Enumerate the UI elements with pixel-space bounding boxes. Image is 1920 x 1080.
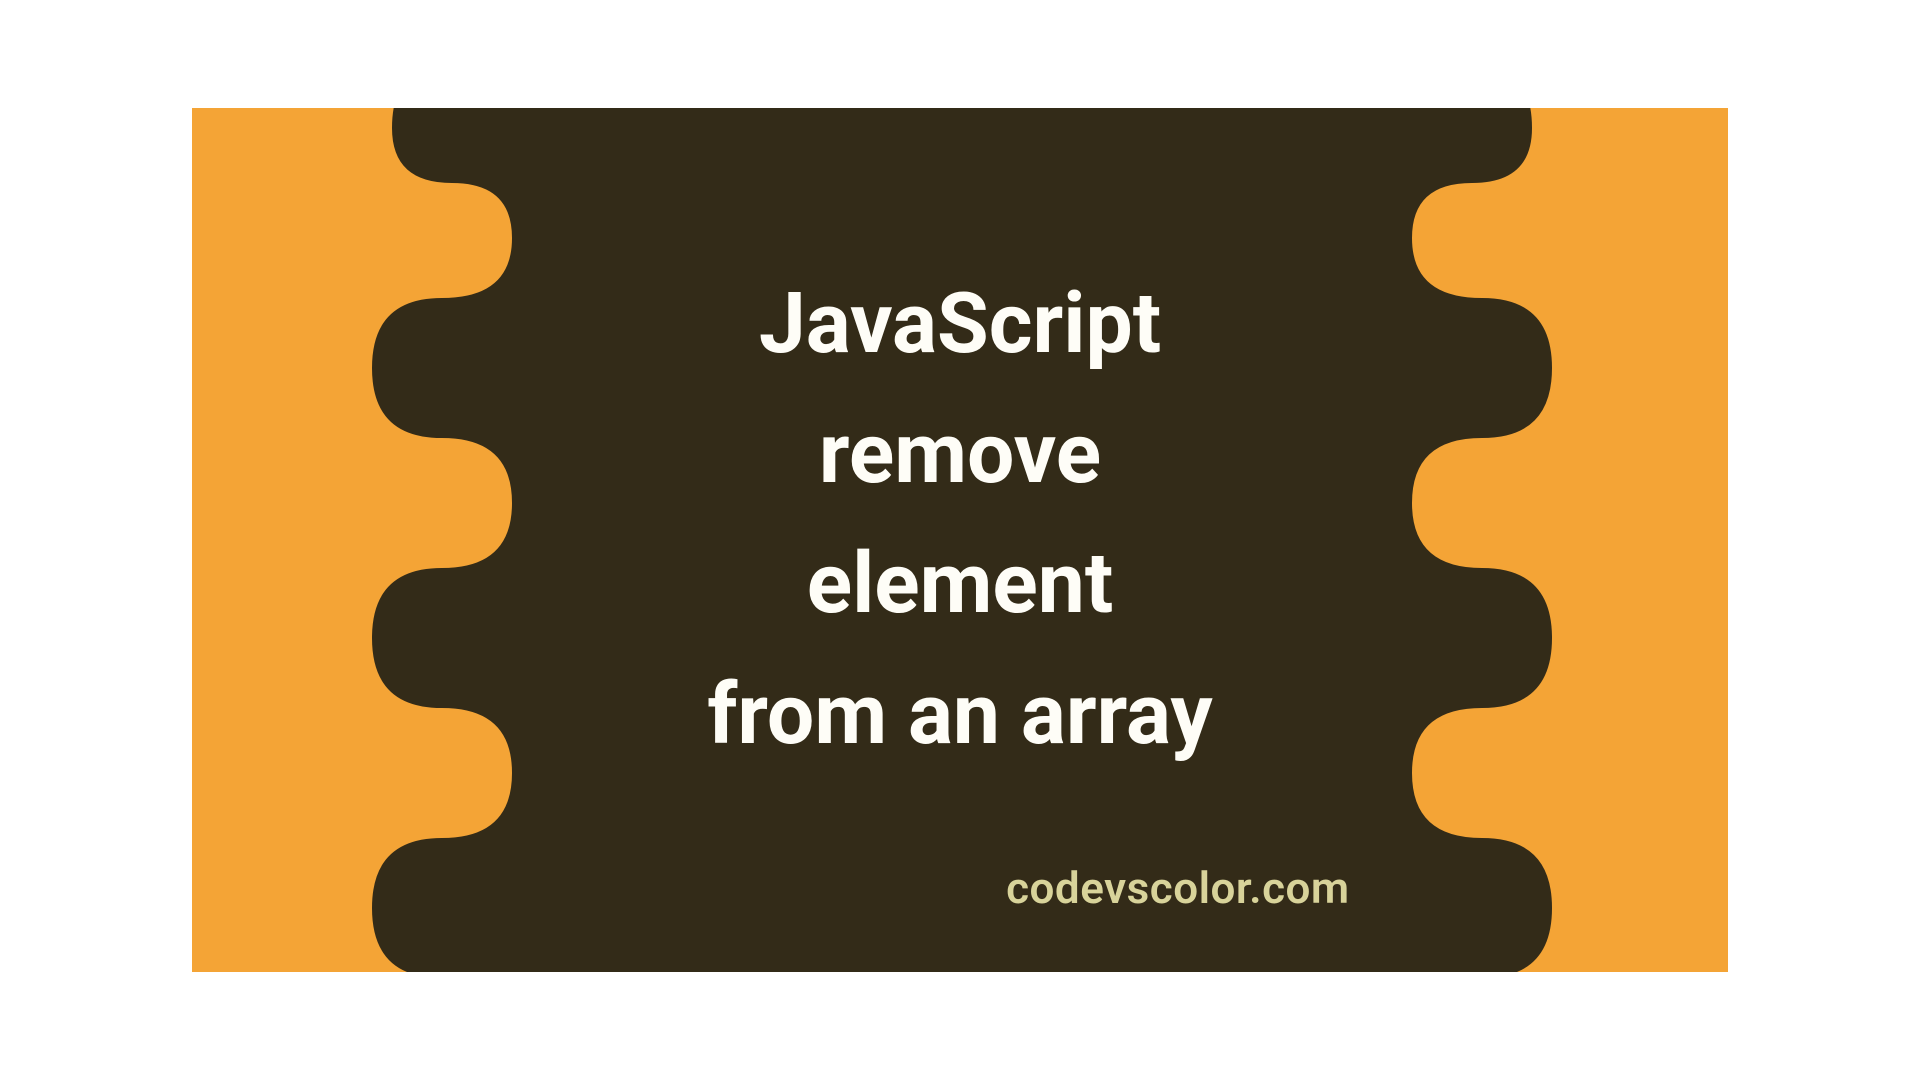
banner-card: JavaScript remove element from an array … [192, 108, 1728, 972]
site-name: codevscolor.com [1006, 862, 1350, 914]
title-line-1: JavaScript [192, 259, 1728, 389]
title-line-4: from an array [192, 649, 1728, 779]
title-line-3: element [192, 519, 1728, 649]
banner-title: JavaScript remove element from an array [192, 259, 1728, 780]
title-line-2: remove [192, 389, 1728, 519]
